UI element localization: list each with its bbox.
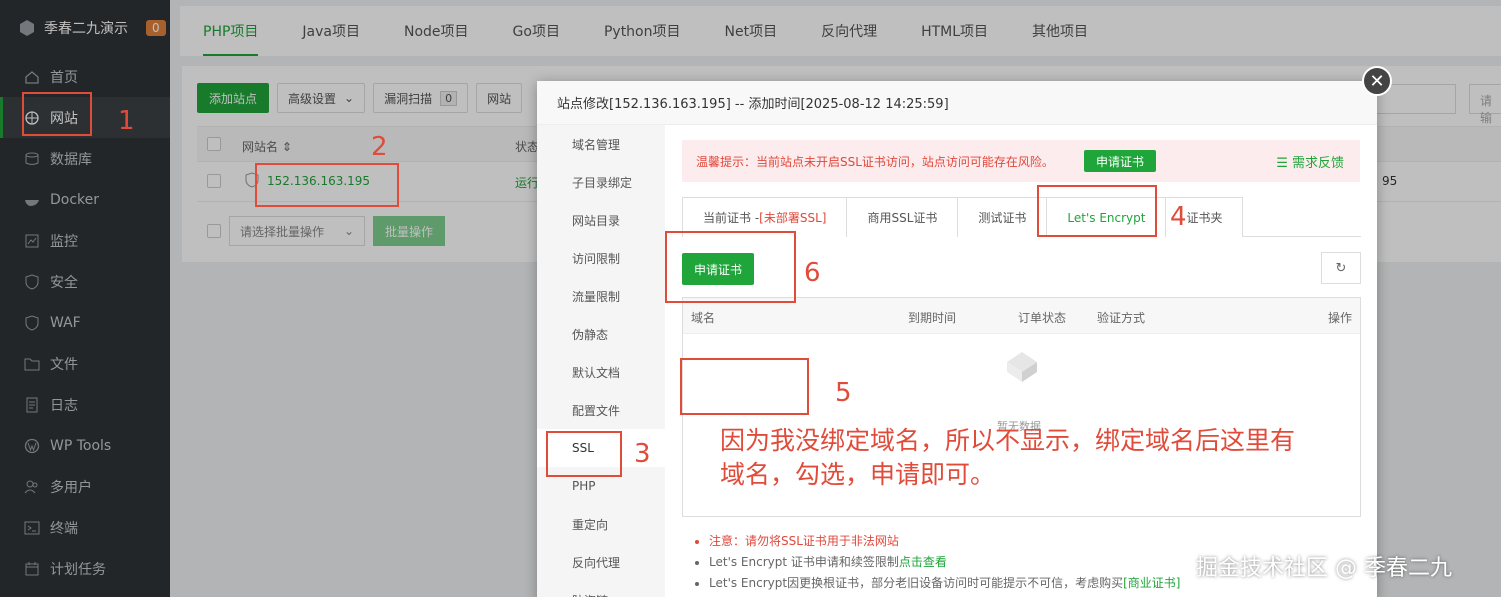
side-item-hotlink[interactable]: 防盗链 — [537, 581, 665, 597]
side-item-redirect[interactable]: 重定向 — [537, 505, 665, 543]
modal-title: 站点修改[152.136.163.195] -- 添加时间[2025-08-12… — [537, 81, 1377, 125]
side-item-site-dir[interactable]: 网站目录 — [537, 201, 665, 239]
alert-text: 温馨提示：当前站点未开启SSL证书访问，站点访问可能存在风险。 — [696, 154, 1054, 169]
tab-commercial-ssl[interactable]: 商用SSL证书 — [846, 197, 959, 237]
annotation-box-4 — [1037, 185, 1157, 237]
side-item-rewrite[interactable]: 伪静态 — [537, 315, 665, 353]
site-edit-modal: 站点修改[152.136.163.195] -- 添加时间[2025-08-12… — [537, 81, 1377, 597]
annotation-number-2: 2 — [371, 132, 388, 162]
cert-table-header: 域名 到期时间 订单状态 验证方式 操作 — [683, 298, 1360, 334]
side-item-access-limit[interactable]: 访问限制 — [537, 239, 665, 277]
modal-side-menu: 域名管理 子目录绑定 网站目录 访问限制 流量限制 伪静态 默认文档 配置文件 … — [537, 125, 665, 597]
annotation-box-2 — [255, 163, 399, 207]
view-limit-link[interactable]: 点击查看 — [899, 555, 947, 569]
col-domain: 域名 — [691, 311, 716, 325]
col-verify: 验证方式 — [1097, 311, 1146, 325]
alert-apply-button[interactable]: 申请证书 — [1083, 150, 1156, 172]
note-root-cert: Let's Encrypt因更换根证书，部分老旧设备访问时可能提示不可信，考虑购… — [709, 573, 1180, 594]
side-item-domains[interactable]: 域名管理 — [537, 125, 665, 163]
note-warning: 注意：请勿将SSL证书用于非法网站 — [709, 531, 1180, 552]
watermark: 掘金技术社区 @ 季春二九 — [1196, 556, 1452, 581]
side-item-subdir[interactable]: 子目录绑定 — [537, 163, 665, 201]
annotation-box-3 — [546, 431, 622, 477]
close-icon: ✕ — [1369, 70, 1385, 92]
close-modal-button[interactable]: ✕ — [1362, 66, 1392, 96]
feedback-link[interactable]: ☰ 需求反馈 — [1276, 152, 1344, 171]
annotation-number-6: 6 — [804, 258, 821, 288]
annotation-number-4: 4 — [1170, 202, 1187, 232]
side-item-default-doc[interactable]: 默认文档 — [537, 353, 665, 391]
refresh-icon: ↻ — [1335, 260, 1347, 276]
col-expire: 到期时间 — [908, 311, 957, 325]
side-item-traffic-limit[interactable]: 流量限制 — [537, 277, 665, 315]
col-action: 操作 — [1327, 311, 1352, 325]
annotation-number-5: 5 — [835, 378, 852, 408]
ssl-warning-alert: 温馨提示：当前站点未开启SSL证书访问，站点访问可能存在风险。 申请证书 ☰ 需… — [682, 140, 1360, 182]
note-limit: Let's Encrypt 证书申请和续签限制点击查看 — [709, 552, 1180, 573]
empty-box-icon — [1007, 352, 1037, 382]
tab-test-cert[interactable]: 测试证书 — [957, 197, 1048, 237]
annotation-box-5 — [680, 358, 809, 415]
annotation-box-1 — [22, 92, 92, 136]
col-order-status: 订单状态 — [1018, 311, 1067, 325]
annotation-note: 因为我没绑定域名，所以不显示，绑定域名后这里有 域名，勾选，申请即可。 — [720, 426, 1296, 489]
annotation-box-6 — [665, 231, 796, 303]
side-item-config[interactable]: 配置文件 — [537, 391, 665, 429]
side-item-reverse-proxy[interactable]: 反向代理 — [537, 543, 665, 581]
ssl-notes: 注意：请勿将SSL证书用于非法网站 Let's Encrypt 证书申请和续签限… — [695, 531, 1180, 594]
annotation-number-1: 1 — [118, 106, 135, 136]
refresh-button[interactable]: ↻ — [1321, 252, 1361, 284]
commercial-cert-link[interactable]: [商业证书] — [1123, 576, 1180, 590]
annotation-number-3: 3 — [634, 439, 651, 469]
feedback-icon: ☰ — [1276, 155, 1292, 171]
